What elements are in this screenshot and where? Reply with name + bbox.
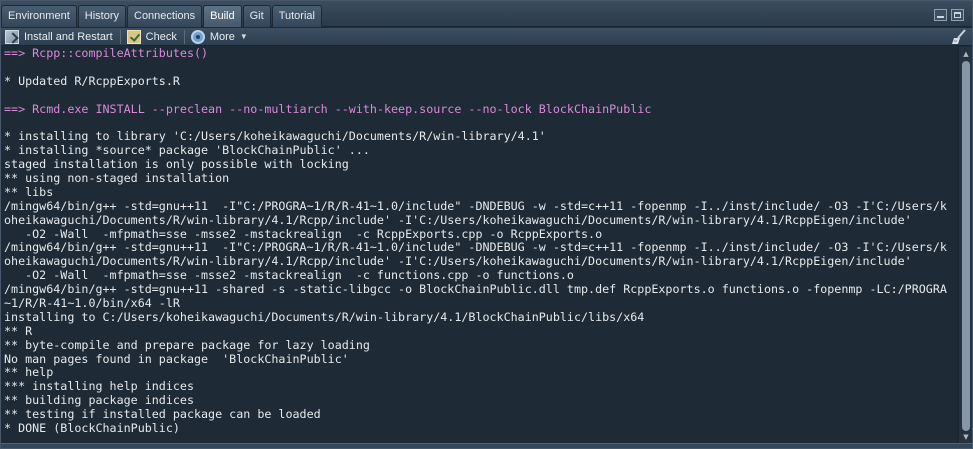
console-output-line: ** using non-staged installation [4,171,230,186]
console-output-line: installing to C:/Users/koheikawaguchi/Do… [4,309,645,324]
console-output-line: *** installing help indices [4,379,194,394]
console-command-line: ==> Rcpp::compileAttributes() [4,47,209,60]
console-output-line: staged installation is only possible wit… [4,157,349,172]
console-output-line: ** help [4,365,54,380]
tab-git[interactable]: Git [242,5,271,27]
toolbar-divider [119,29,121,44]
console-output-line: ** building package indices [4,393,194,408]
tab-environment[interactable]: Environment [1,5,77,27]
maximize-icon[interactable] [951,9,964,21]
console-output-line: * Updated R/RcppExports.R [4,73,180,88]
tab-history[interactable]: History [77,5,126,27]
check-button[interactable]: Check [123,28,182,46]
console-output-line: oheikawaguchi/Documents/R/win-library/4.… [4,254,912,269]
check-label: Check [145,30,177,43]
toolbar-divider [183,29,185,44]
install-and-restart-label: Install and Restart [24,30,113,43]
scrollbar-thumb[interactable] [962,61,970,431]
build-console-output[interactable]: ==> Rcpp::compileAttributes()* Updated R… [1,47,958,444]
scroll-up-icon[interactable]: ▲ [959,48,973,60]
console-output-line: ** testing if installed package can be l… [4,407,321,422]
console-output-line: -O2 -Wall -mfpmath=sse -msse2 -mstackrea… [4,226,603,241]
console-output-line: oheikawaguchi/Documents/R/win-library/4.… [4,212,912,227]
build-pane: Environment History Connections Build Gi… [0,0,973,449]
console-output-line: /mingw64/bin/g++ -std=gnu++11 -I"C:/PROG… [4,240,947,255]
pane-bottom-border [1,443,972,448]
more-menu-button[interactable]: More ▼ [187,28,253,46]
broom-icon[interactable] [951,29,967,45]
pane-window-controls [934,9,964,21]
tab-connections[interactable]: Connections [127,5,203,27]
build-toolbar: Install and Restart Check More ▼ [1,28,972,46]
gear-icon [190,29,205,44]
console-output-line: -O2 -Wall -mfpmath=sse -msse2 -mstackrea… [4,268,574,283]
console-output-line: * installing *source* package 'BlockChai… [4,143,370,158]
console-output-line: ** R [4,323,33,338]
console-output-line: ** libs [4,184,54,199]
console-command-line: ==> Rcmd.exe INSTALL --preclean --no-mul… [4,101,652,116]
install-and-restart-button[interactable]: Install and Restart [1,28,118,46]
tab-build[interactable]: Build [203,5,242,27]
chevron-down-icon: ▼ [239,32,248,41]
console-output-line: No man pages found in package 'BlockChai… [4,351,349,366]
console-output-line: ** byte-compile and prepare package for … [4,337,370,352]
install-restart-icon [5,29,19,44]
check-icon [126,29,141,44]
console-output-line: * DONE (BlockChainPublic) [4,421,180,436]
pane-tabs: Environment History Connections Build Gi… [1,5,323,27]
console-output-line: ~1/R/R-41~1.0/bin/x64 -lR [4,296,180,311]
console-scrollbar[interactable]: ▲ ▼ [958,47,972,444]
console-output-line: /mingw64/bin/g++ -std=gnu++11 -shared -s… [4,282,947,297]
minimize-icon[interactable] [934,9,947,21]
tab-tutorial[interactable]: Tutorial [271,5,322,27]
console-output-line: /mingw64/bin/g++ -std=gnu++11 -I"C:/PROG… [4,198,947,213]
pane-tab-strip: Environment History Connections Build Gi… [1,1,972,27]
scroll-down-icon[interactable]: ▼ [959,431,973,443]
more-label: More [209,30,235,43]
console-output-line: * installing to library 'C:/Users/koheik… [4,129,546,144]
